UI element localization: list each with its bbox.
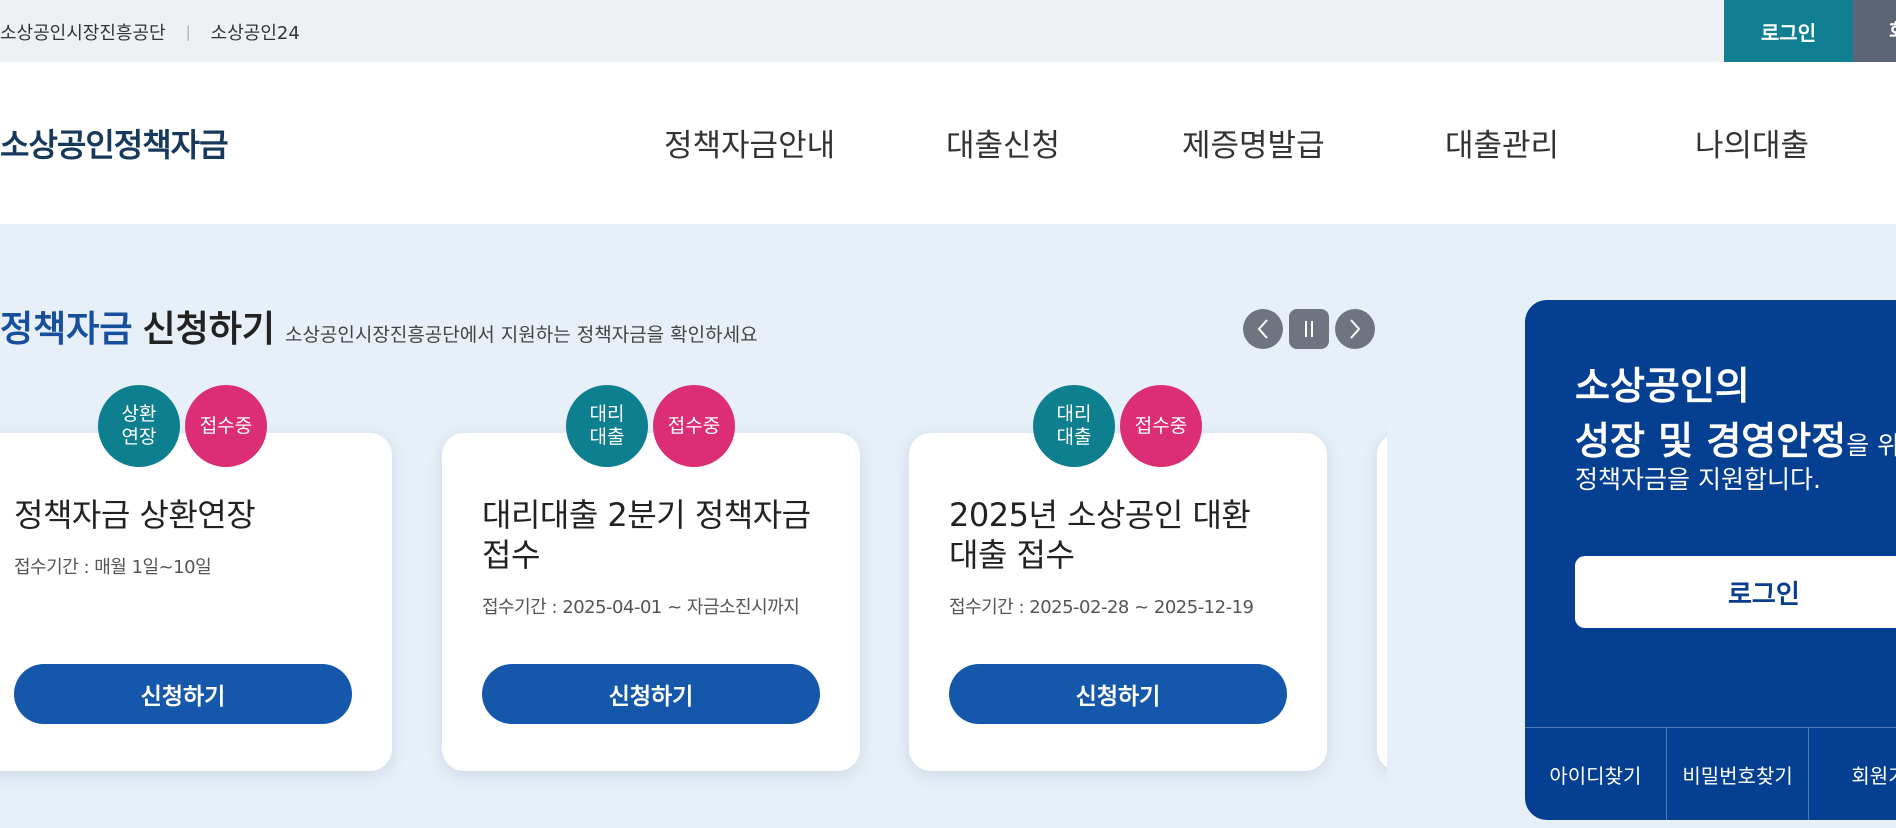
section-heading: 정책자금 신청하기 소상공인시장진흥공단에서 지원하는 정책자금을 확인하세요 xyxy=(0,300,758,352)
nav-item-loan-management[interactable]: 대출관리 xyxy=(1445,120,1559,165)
panel-headline-line1: 소상공인의 xyxy=(1575,364,1750,408)
nav-item-certificates[interactable]: 제증명발급 xyxy=(1182,120,1325,165)
site-header: 소상공인정책자금 정책자금안내 대출신청 제증명발급 대출관리 나의대출 xyxy=(0,62,1896,224)
loan-card-title: 대리대출 2분기 정책자금 접수 xyxy=(482,496,811,574)
panel-links: 아이디찾기 비밀번호찾기 회원가입 xyxy=(1525,727,1896,820)
section-title-highlight: 정책자금 xyxy=(0,309,133,350)
utility-links: 소상공인시장진흥공단 | 소상공인24 xyxy=(0,19,300,45)
utility-link-semas[interactable]: 소상공인시장진흥공단 xyxy=(0,19,166,45)
login-panel: 소상공인의 성장 및 경영안정을 위해 정책자금을 지원합니다. 로그인 아이디… xyxy=(1525,300,1896,820)
loan-card: 대리대출 2분기 정책자금 접수 접수기간 : 2025-04-01 ~ 자금소… xyxy=(442,433,860,771)
badge-loan-type-label: 상환 연장 xyxy=(122,403,157,449)
section-title-rest: 신청하기 xyxy=(142,309,275,350)
apply-button[interactable]: 신청하기 xyxy=(949,664,1287,724)
badge-type-text: 상환 연장 xyxy=(121,403,157,448)
panel-headline-bold: 성장 및 경영안정 xyxy=(1575,419,1847,463)
loan-card: 정책자금 상환연장 접수기간 : 매월 1일~10일 신청하기 xyxy=(0,433,392,771)
utility-separator: | xyxy=(185,23,191,41)
join-link[interactable]: 회원가입 xyxy=(1809,728,1896,820)
loan-card-period: 접수기간 : 매월 1일~10일 xyxy=(14,557,212,578)
section-description: 소상공인시장진흥공단에서 지원하는 정책자금을 확인하세요 xyxy=(284,324,758,346)
badge-status: 접수중 xyxy=(185,385,267,467)
pause-icon xyxy=(1305,321,1313,337)
badge-type-text: 대리 대출 xyxy=(589,403,625,448)
find-id-link[interactable]: 아이디찾기 xyxy=(1525,728,1667,820)
panel-headline-rest: 을 위해 xyxy=(1846,431,1896,460)
chevron-left-icon xyxy=(1257,319,1268,339)
loan-card-title: 정책자금 상환연장 xyxy=(14,496,256,534)
panel-headline-line2: 성장 및 경영안정을 위해 xyxy=(1575,410,1896,465)
nav-item-loan-apply[interactable]: 대출신청 xyxy=(946,120,1060,165)
loan-card-title: 2025년 소상공인 대환대출 접수 xyxy=(949,496,1251,574)
badge-status: 접수중 xyxy=(653,385,735,467)
badge-type-text: 대리 대출 xyxy=(1056,403,1092,448)
nav-item-my-loans[interactable]: 나의대출 xyxy=(1695,120,1809,165)
badge-loan-type: 대리 대출 xyxy=(566,385,648,467)
find-password-link[interactable]: 비밀번호찾기 xyxy=(1667,728,1810,820)
badge-loan-type: 대리 대출 xyxy=(1033,385,1115,467)
slider-next-button[interactable] xyxy=(1335,309,1375,349)
loan-card-carousel: 정책자금 상환연장 접수기간 : 매월 1일~10일 신청하기 상환 연장 접수… xyxy=(0,380,1387,800)
main-navigation: 정책자금안내 대출신청 제증명발급 대출관리 나의대출 xyxy=(0,120,1896,164)
slider-prev-button[interactable] xyxy=(1243,309,1283,349)
apply-button[interactable]: 신청하기 xyxy=(482,664,820,724)
loan-card-period: 접수기간 : 2025-02-28 ~ 2025-12-19 xyxy=(949,597,1254,618)
panel-login-button[interactable]: 로그인 xyxy=(1575,556,1896,628)
loan-card: 2025년 소상공인 대환대출 접수 접수기간 : 2025-02-28 ~ 2… xyxy=(909,433,1327,771)
slider-pause-button[interactable] xyxy=(1289,309,1329,349)
apply-button[interactable]: 신청하기 xyxy=(14,664,352,724)
top-join-button[interactable]: 회원가입 xyxy=(1853,0,1896,62)
panel-headline-line3: 정책자금을 지원합니다. xyxy=(1575,465,1821,494)
top-login-button[interactable]: 로그인 xyxy=(1724,0,1853,62)
chevron-right-icon xyxy=(1350,319,1361,339)
nav-item-policy-guide[interactable]: 정책자금안내 xyxy=(664,120,835,165)
utility-link-sbiz24[interactable]: 소상공인24 xyxy=(211,19,300,45)
loan-card-partial xyxy=(1377,433,1387,771)
badge-loan-type: 상환 연장 xyxy=(98,385,180,467)
badge-status: 접수중 xyxy=(1120,385,1202,467)
top-utility-bar: 소상공인시장진흥공단 | 소상공인24 로그인 회원가입 xyxy=(0,0,1896,62)
loan-card-period: 접수기간 : 2025-04-01 ~ 자금소진시까지 xyxy=(482,597,800,618)
